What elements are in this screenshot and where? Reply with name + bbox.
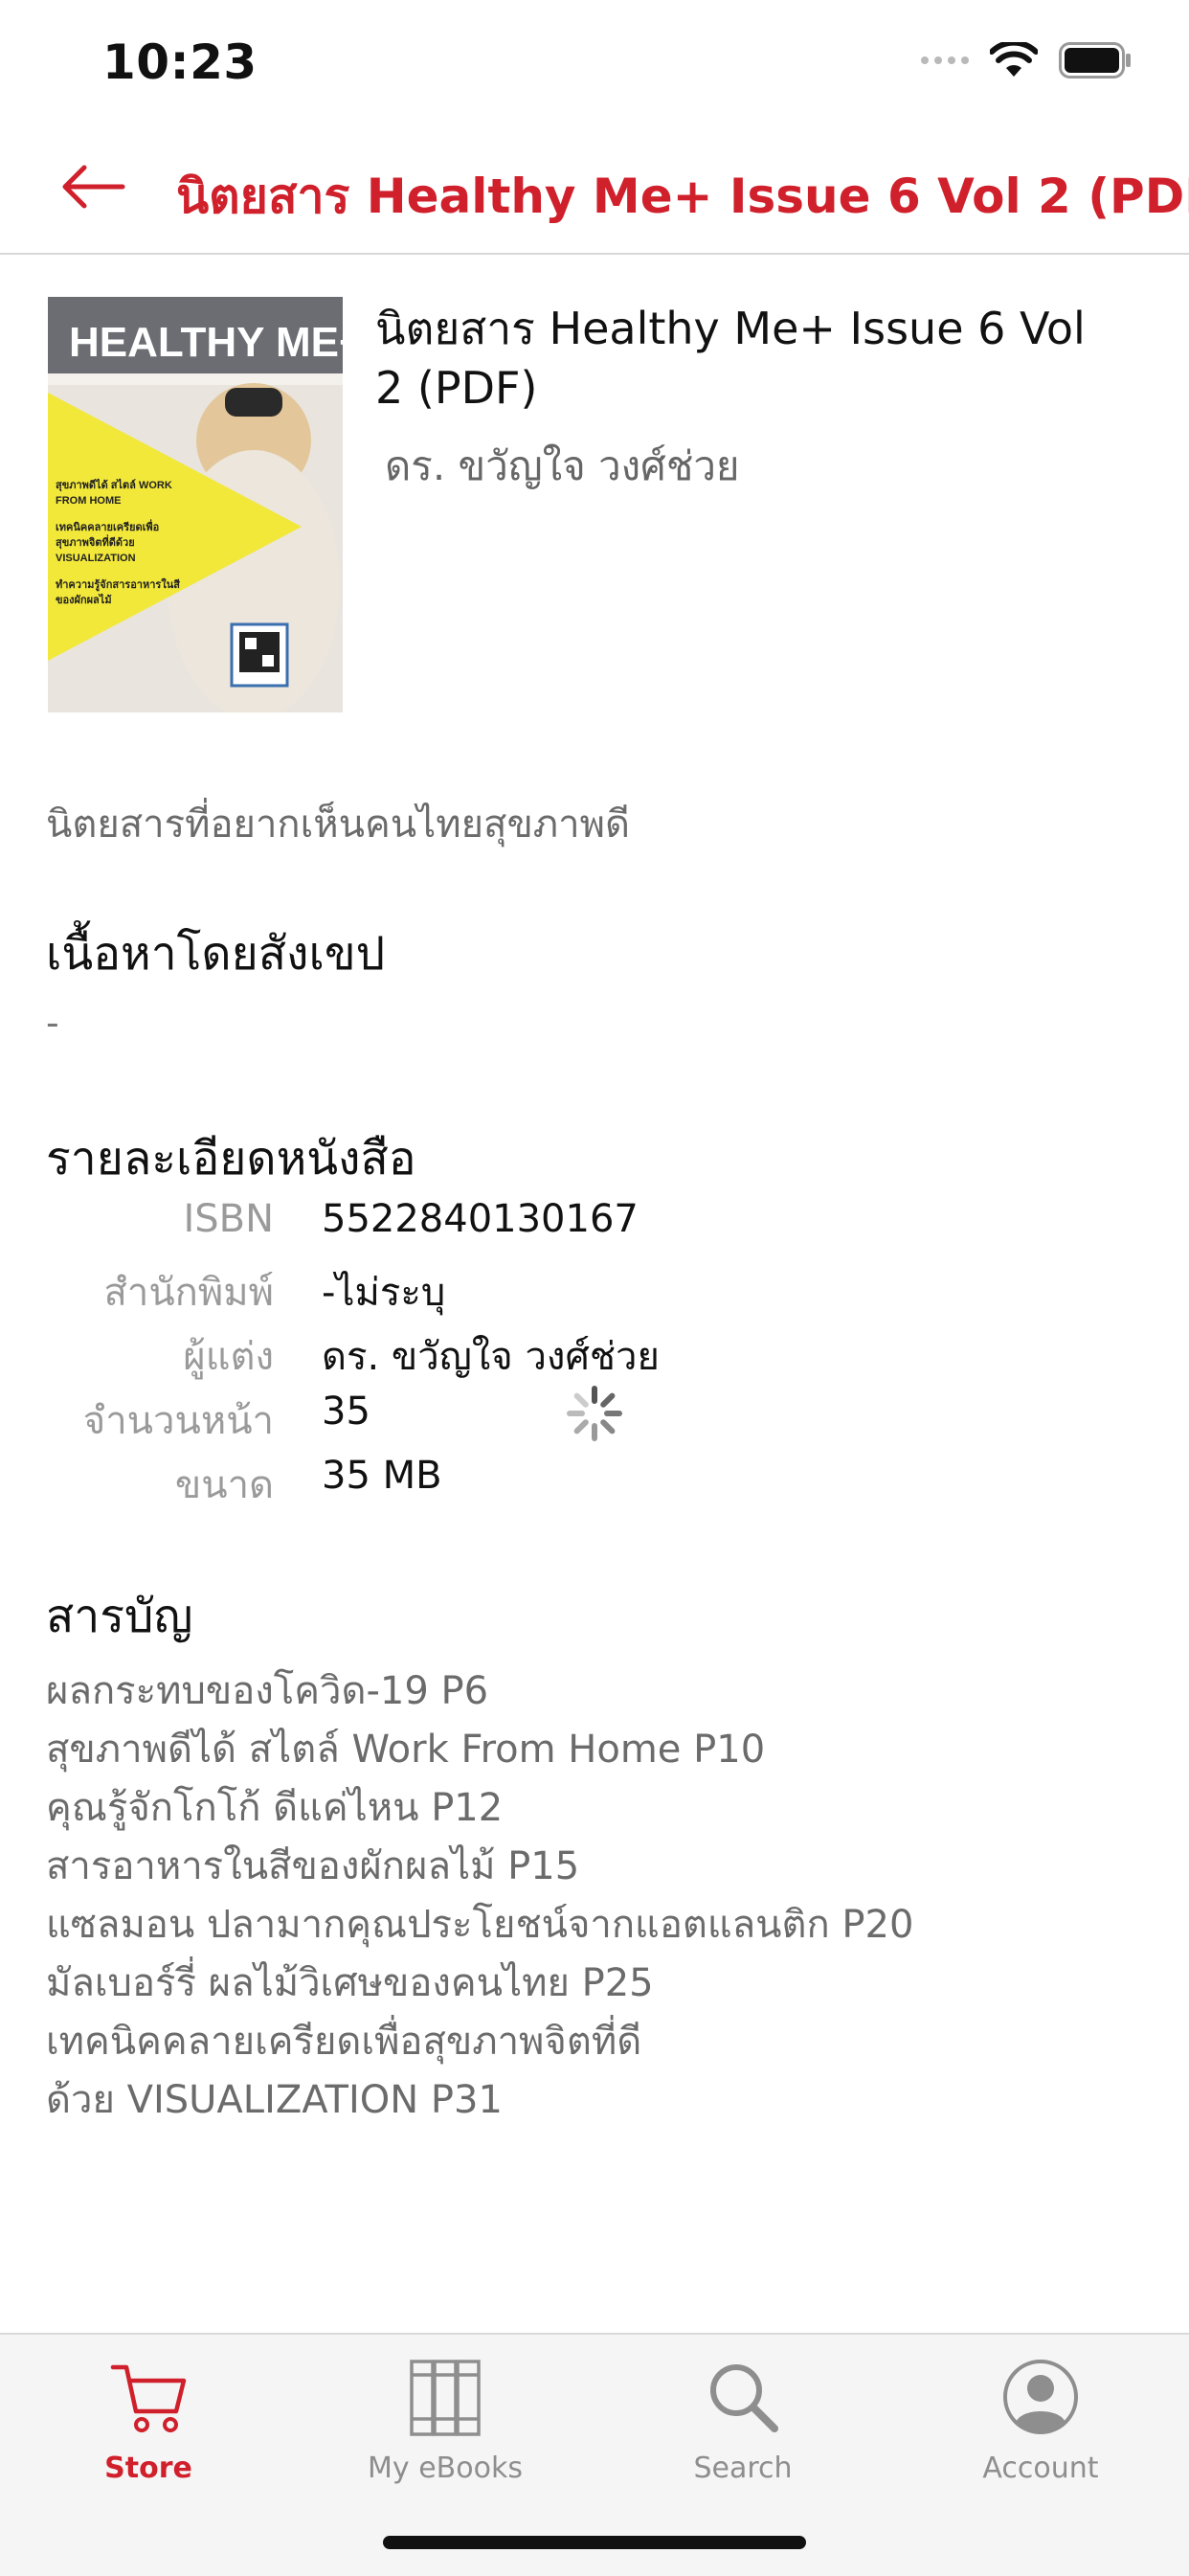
detail-row-isbn: ISBN 5522840130167 [0,1197,1189,1254]
tab-store[interactable]: Store [43,2354,254,2526]
loading-spinner-icon [567,1386,622,1441]
detail-value: 5522840130167 [322,1197,639,1241]
account-icon [1003,2360,1078,2434]
cover-line: สุขภาพจิตที่ดีด้วย [56,534,135,550]
tab-search[interactable]: Search [638,2354,848,2526]
home-indicator [383,2536,806,2549]
status-icons [921,42,1132,79]
book-author[interactable]: ดร. ขวัญใจ วงศ์ช่วย [385,435,740,498]
detail-row-size: ขนาด 35 MB [0,1454,1189,1511]
detail-label: ผู้แต่ง [183,1335,274,1379]
toc-item: คุณรู้จักโกโก้ ดีแค่ไหน P12 [46,1786,504,1830]
cover-line: FROM HOME [56,495,121,507]
book-cover-image[interactable]: HEALTHY ME+ สุขภาพดีได้ สไตล์ WORK FROM … [48,297,343,712]
book-tagline: นิตยสารที่อยากเห็นคนไทยสุขภาพดี [46,802,630,847]
battery-icon [1059,42,1131,79]
search-icon [710,2364,778,2432]
nav-title: นิตยสาร Healthy Me+ Issue 6 Vol 2 (PDF) [176,169,1189,224]
toc-item: ด้วย VISUALIZATION P31 [46,2078,503,2122]
toc-item: มัลเบอร์รี่ ผลไม้วิเศษของคนไทย P25 [46,1961,654,2005]
details-heading: รายละเอียดหนังสือ [46,1132,416,1186]
summary-text: - [46,1002,59,1044]
cart-icon [110,2364,187,2432]
toc-item: ผลกระทบของโควิด-19 P6 [46,1669,489,1713]
status-bar: 10:23 [0,0,1189,124]
cellular-signal-icon [921,56,969,64]
detail-row-author: ผู้แต่ง ดร. ขวัญใจ วงศ์ช่วย [0,1325,1189,1383]
toc-item: สารอาหารในสีของผักผลไม้ P15 [46,1844,580,1888]
tab-label: My eBooks [368,2452,523,2485]
tab-my-ebooks[interactable]: My eBooks [340,2354,550,2526]
cover-brand: HEALTHY ME+ [69,319,343,366]
toc-item: สุขภาพดีได้ สไตล์ Work From Home P10 [46,1728,766,1772]
status-time: 10:23 [102,34,258,90]
summary-heading: เนื้อหาโดยสังเขป [46,927,386,981]
tab-label: Store [104,2452,192,2485]
detail-label: จำนวนหน้า [82,1399,274,1443]
cover-art: HEALTHY ME+ สุขภาพดีได้ สไตล์ WORK FROM … [48,297,343,712]
cover-line: สุขภาพดีได้ สไตล์ WORK [56,478,172,492]
wifi-icon [990,42,1038,77]
detail-row-publisher: สำนักพิมพ์ -ไม่ระบุ [0,1261,1189,1319]
back-button[interactable] [59,163,126,211]
navigation-bar: นิตยสาร Healthy Me+ Issue 6 Vol 2 (PDF) [0,124,1189,255]
tab-label: Search [693,2452,793,2485]
toc-heading: สารบัญ [46,1590,193,1643]
toc-list: ผลกระทบของโควิด-19 P6 สุขภาพดีได้ สไตล์ … [46,1662,913,2130]
tab-label: Account [982,2452,1099,2485]
toc-item: เทคนิคคลายเครียดเพื่อสุขภาพจิตที่ดี [46,2020,642,2064]
detail-label: ISBN [183,1197,274,1241]
detail-value: 35 MB [322,1454,442,1498]
books-icon [410,2360,481,2436]
tab-account[interactable]: Account [935,2354,1146,2526]
detail-label: สำนักพิมพ์ [103,1271,274,1315]
detail-value: 35 [322,1390,370,1434]
toc-item: แซลมอน ปลามากคุณประโยชน์จากแอตแลนติก P20 [46,1903,914,1947]
back-arrow-icon [62,165,125,209]
cover-line: VISUALIZATION [56,553,136,564]
cover-line: ทำความรู้จักสารอาหารในสี [56,577,180,592]
detail-value: ดร. ขวัญใจ วงศ์ช่วย [322,1335,660,1379]
cover-line: ของผักผลไม้ [56,593,112,606]
book-title: นิตยสาร Healthy Me+ Issue 6 Vol 2 (PDF) [375,303,1086,414]
detail-value: -ไม่ระบุ [322,1271,446,1315]
detail-label: ขนาด [174,1463,274,1507]
cover-line: เทคนิคคลายเครียดเพื่อ [56,519,159,533]
